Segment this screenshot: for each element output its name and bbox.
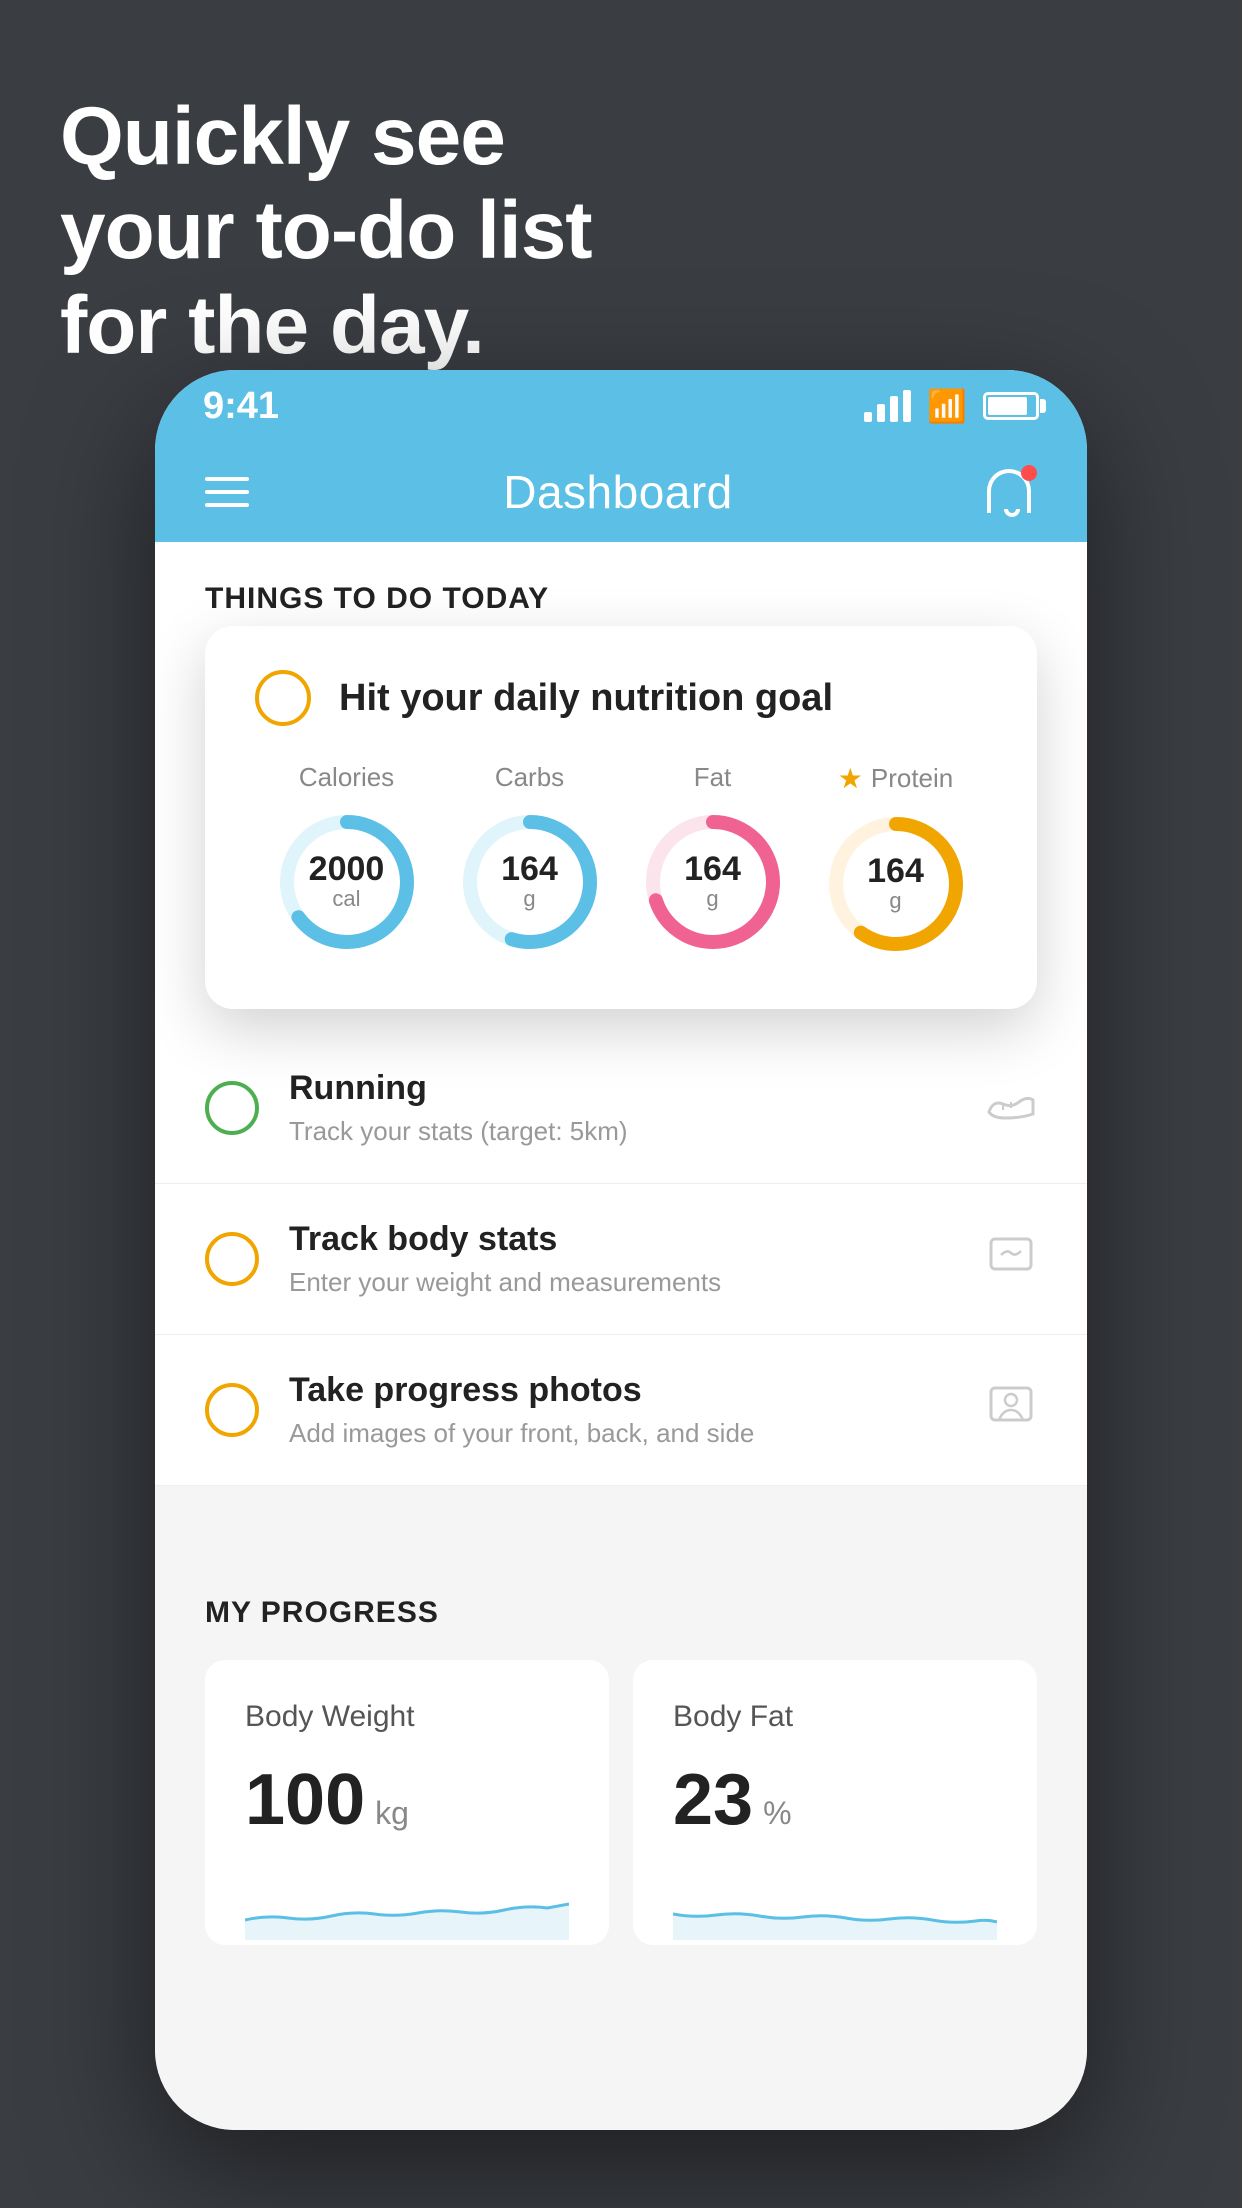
todo-desc-running: Track your stats (target: 5km) [289, 1116, 955, 1147]
fat-donut: 164 g [638, 807, 788, 957]
nav-bar: Dashboard [155, 442, 1087, 542]
fat-stat: Fat 164 g [638, 762, 788, 957]
progress-section: MY PROGRESS Body Weight 100 kg Body Fat … [155, 1546, 1087, 1945]
protein-donut: 164 g [821, 809, 971, 959]
star-icon: ★ [838, 762, 863, 795]
progress-cards: Body Weight 100 kg Body Fat 23 % [205, 1660, 1037, 1945]
menu-button[interactable] [205, 477, 249, 507]
bottom-fill [155, 1945, 1087, 2130]
scale-icon [985, 1231, 1037, 1287]
body-fat-value: 23 [673, 1764, 753, 1836]
nutrition-check-circle [255, 670, 311, 726]
headline: Quickly see your to-do list for the day. [60, 90, 592, 373]
todo-circle-progress-photos [205, 1383, 259, 1437]
person-photo-icon [985, 1382, 1037, 1438]
body-weight-value-row: 100 kg [245, 1764, 569, 1836]
todo-name-progress-photos: Take progress photos [289, 1371, 955, 1410]
calories-label: Calories [299, 762, 394, 793]
carbs-label: Carbs [495, 762, 564, 793]
things-section-header: THINGS TO DO TODAY [155, 542, 1087, 636]
body-fat-unit: % [763, 1795, 791, 1832]
body-fat-title: Body Fat [673, 1700, 997, 1734]
body-weight-value: 100 [245, 1764, 365, 1836]
todo-desc-body-stats: Enter your weight and measurements [289, 1267, 955, 1298]
nav-title: Dashboard [503, 465, 733, 519]
signal-icon [864, 390, 911, 422]
todo-text-progress-photos: Take progress photos Add images of your … [289, 1371, 955, 1449]
body-fat-value-row: 23 % [673, 1764, 997, 1836]
progress-section-title: MY PROGRESS [205, 1596, 1037, 1630]
calories-value: 2000 [309, 852, 385, 886]
body-weight-title: Body Weight [245, 1700, 569, 1734]
body-weight-sparkline [245, 1870, 569, 1940]
status-icons: 📶 [864, 387, 1039, 425]
body-fat-sparkline [673, 1870, 997, 1940]
carbs-donut: 164 g [455, 807, 605, 957]
todo-desc-progress-photos: Add images of your front, back, and side [289, 1418, 955, 1449]
protein-stat: ★ Protein 164 g [821, 762, 971, 959]
status-bar: 9:41 📶 [155, 370, 1087, 442]
carbs-value: 164 [501, 852, 558, 886]
todo-circle-body-stats [205, 1232, 259, 1286]
body-weight-unit: kg [375, 1795, 409, 1832]
battery-icon [983, 392, 1039, 420]
todo-item-running[interactable]: Running Track your stats (target: 5km) [155, 1033, 1087, 1184]
carbs-stat: Carbs 164 g [455, 762, 605, 957]
todo-list: Running Track your stats (target: 5km) T… [155, 1033, 1087, 1486]
wifi-icon: 📶 [927, 387, 967, 425]
protein-label: ★ Protein [838, 762, 954, 795]
todo-item-body-stats[interactable]: Track body stats Enter your weight and m… [155, 1184, 1087, 1335]
body-weight-card[interactable]: Body Weight 100 kg [205, 1660, 609, 1945]
fat-label: Fat [694, 762, 732, 793]
carbs-unit: g [501, 886, 558, 912]
nutrition-card-header: Hit your daily nutrition goal [255, 670, 987, 726]
calories-donut: 2000 cal [272, 807, 422, 957]
protein-unit: g [867, 888, 924, 914]
nutrition-card[interactable]: Hit your daily nutrition goal Calories 2… [205, 626, 1037, 1009]
phone-frame: 9:41 📶 Dashboard THINGS TO DO TODA [155, 370, 1087, 2130]
todo-name-body-stats: Track body stats [289, 1220, 955, 1259]
fat-unit: g [684, 886, 741, 912]
body-fat-card[interactable]: Body Fat 23 % [633, 1660, 1037, 1945]
running-shoe-icon [985, 1080, 1037, 1136]
todo-text-body-stats: Track body stats Enter your weight and m… [289, 1220, 955, 1298]
todo-circle-running [205, 1081, 259, 1135]
todo-item-progress-photos[interactable]: Take progress photos Add images of your … [155, 1335, 1087, 1486]
spacer [155, 1486, 1087, 1546]
todo-name-running: Running [289, 1069, 955, 1108]
nutrition-stats: Calories 2000 cal Carbs [255, 762, 987, 959]
calories-unit: cal [309, 886, 385, 912]
calories-stat: Calories 2000 cal [272, 762, 422, 957]
notification-bell-icon[interactable] [987, 465, 1037, 519]
todo-text-running: Running Track your stats (target: 5km) [289, 1069, 955, 1147]
nutrition-card-title: Hit your daily nutrition goal [339, 677, 833, 720]
fat-value: 164 [684, 852, 741, 886]
protein-value: 164 [867, 854, 924, 888]
status-time: 9:41 [203, 385, 279, 428]
